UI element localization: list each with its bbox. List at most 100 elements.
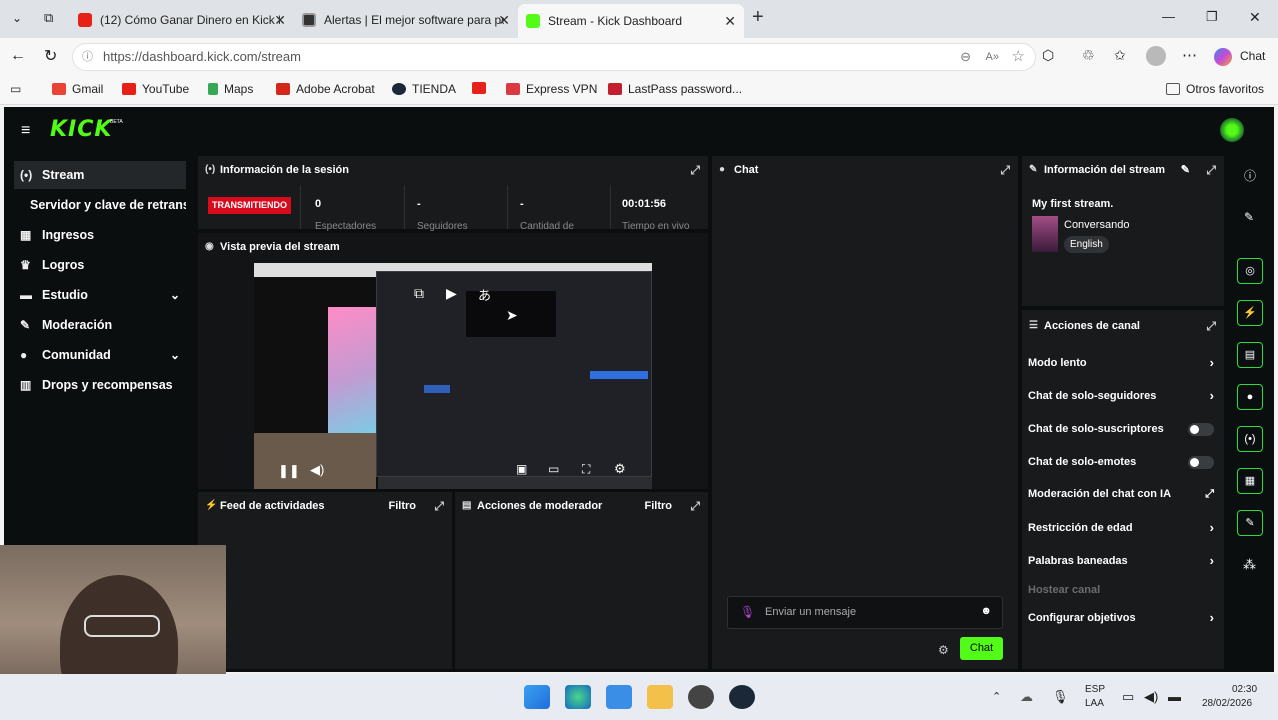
windows-start-icon[interactable]	[524, 685, 550, 709]
browser-essentials-icon[interactable]: ♲	[1082, 47, 1095, 64]
zoom-icon[interactable]: ⊖	[960, 44, 971, 70]
chat-send-button[interactable]: Chat	[960, 637, 1003, 660]
community-icon[interactable]: ⁂	[1243, 557, 1256, 573]
maximize-button[interactable]: ❐	[1206, 9, 1218, 25]
channel-action-row[interactable]: Configurar objetivos ›	[1028, 608, 1218, 628]
fullscreen-icon[interactable]: ⛶	[582, 462, 590, 477]
document-button[interactable]: ▤	[1237, 342, 1263, 368]
clock-date[interactable]: 28/02/2026	[1202, 698, 1252, 709]
pip-control-icon[interactable]: ▣	[516, 462, 527, 476]
feed-filter-button[interactable]: Filtro	[389, 492, 417, 520]
tab-youtube[interactable]: (12) Cómo Ganar Dinero en Kick H ✕	[70, 6, 294, 34]
chevron-right-icon[interactable]: ›	[1210, 518, 1214, 538]
theater-icon[interactable]: ▭	[548, 462, 559, 476]
play-screen-icon[interactable]: ▶	[446, 285, 457, 302]
bookmark-gmail[interactable]: Gmail	[52, 82, 103, 96]
chat-button[interactable]: ●	[1237, 384, 1263, 410]
chevron-right-icon[interactable]: ›	[1210, 386, 1214, 406]
stream-video[interactable]: ⧉ ▶ あ ➤ ❚❚ ◀) ▣ ▭ ⛶ ⚙	[254, 263, 652, 489]
channel-action-row[interactable]: Moderación del chat con IA ⤢	[1028, 484, 1218, 504]
layout-button[interactable]: ▦	[1237, 468, 1263, 494]
mod-filter-button[interactable]: Filtro	[645, 492, 673, 520]
channel-action-row[interactable]: Modo lento ›	[1028, 353, 1218, 373]
stream-category[interactable]: Conversando	[1064, 219, 1129, 231]
other-favorites[interactable]: Otros favoritos	[1166, 82, 1264, 96]
more-options-icon[interactable]: ⋯	[1182, 46, 1197, 64]
chevron-right-icon[interactable]: ›	[1210, 353, 1214, 373]
favorites-icon[interactable]: ✩	[1114, 47, 1126, 64]
bookmark-tienda[interactable]: TIENDA	[392, 82, 456, 96]
pause-icon[interactable]: ❚❚	[278, 463, 300, 479]
edge-browser-icon[interactable]	[565, 685, 591, 709]
bookmark-adobe-acrobat[interactable]: Adobe Acrobat	[276, 82, 375, 96]
sidebar-item-3[interactable]: ▦ Ingresos	[14, 221, 186, 249]
language-indicator[interactable]: ESP	[1085, 684, 1105, 695]
show-hidden-icons-chevron[interactable]: ⌃	[992, 690, 1001, 703]
expand-icon[interactable]: ⤢	[1206, 156, 1216, 184]
url-field[interactable]: ⓘ https://dashboard.kick.com/stream ⊖ A»…	[72, 43, 1036, 71]
sidebar-item-8[interactable]: ▥ Drops y recompensas	[14, 371, 186, 399]
meet-icon[interactable]	[606, 685, 632, 709]
channel-action-row[interactable]: Chat de solo-seguidores ›	[1028, 386, 1218, 406]
steam-taskbar-icon[interactable]	[729, 685, 755, 709]
tab-list-chevron-icon[interactable]: ⌄	[12, 11, 22, 25]
sidebar-item-7[interactable]: ● Comunidad ⌄	[14, 341, 186, 369]
expand-icon[interactable]: ⤢	[690, 492, 700, 520]
chat-input[interactable]: 🎙 Enviar un mensaje ☻	[727, 596, 1003, 629]
wrench-button[interactable]: ✎	[1237, 510, 1263, 536]
bookmark-lastpass[interactable]: LastPass password...	[608, 82, 742, 96]
expand-icon[interactable]: ⤢	[1000, 156, 1010, 184]
bookmark-youtube-2[interactable]	[472, 82, 492, 94]
network-icon[interactable]: ▭	[1122, 689, 1134, 705]
battery-icon[interactable]: ▬	[1168, 689, 1181, 704]
collections-icon[interactable]: ⧉	[44, 10, 53, 26]
channel-action-row[interactable]: Chat de solo-suscriptores	[1028, 419, 1218, 439]
minimize-button[interactable]: —	[1162, 9, 1175, 24]
microphone-icon[interactable]: 🎙	[740, 605, 755, 619]
volume-tray-icon[interactable]: ◀)	[1144, 689, 1158, 705]
new-tab-button[interactable]: +	[752, 6, 764, 29]
expand-icon[interactable]: ⤢	[690, 156, 700, 184]
window-close-button[interactable]: ✕	[1249, 9, 1261, 26]
onedrive-cloud-icon[interactable]: ☁	[1020, 689, 1033, 705]
chevron-right-icon[interactable]: ›	[1210, 608, 1214, 628]
chevron-right-icon[interactable]: ›	[1210, 551, 1214, 571]
tab-close-icon[interactable]: ✕	[274, 12, 286, 29]
expand-icon[interactable]: ⤢	[1206, 312, 1216, 340]
refresh-icon[interactable]: ↻	[44, 46, 57, 66]
user-avatar[interactable]	[1220, 118, 1244, 142]
bookmark-youtube[interactable]: YouTube	[122, 82, 189, 96]
chevron-down-icon[interactable]: ⌄	[170, 281, 180, 309]
volume-icon[interactable]: ◀)	[310, 462, 324, 478]
favorite-star-icon[interactable]: ☆	[1012, 44, 1025, 70]
extensions-icon[interactable]: ⬡	[1042, 47, 1054, 64]
chevron-down-icon[interactable]: ⌄	[170, 341, 180, 369]
info-icon[interactable]: ⓘ	[1244, 167, 1256, 184]
translate-icon[interactable]: あ	[478, 285, 491, 304]
clock-time[interactable]: 02:30	[1232, 684, 1257, 695]
channel-action-row[interactable]: Chat de solo-emotes	[1028, 452, 1218, 472]
sidebar-item-2[interactable]: Servidor y clave de retransmisión	[14, 191, 186, 219]
toggle-switch[interactable]	[1188, 423, 1214, 436]
tab-kick-dashboard[interactable]: Stream - Kick Dashboard ✕	[518, 4, 744, 38]
back-arrow-icon[interactable]: ←	[10, 47, 26, 65]
kick-logo[interactable]: KICK	[50, 117, 112, 142]
read-aloud-icon[interactable]: A»	[986, 44, 999, 70]
sidebar-item-6[interactable]: ✎ Moderación	[14, 311, 186, 339]
page-info-icon[interactable]: ⓘ	[82, 44, 93, 70]
file-explorer-icon[interactable]	[647, 685, 673, 709]
hamburger-menu-icon[interactable]: ≡	[21, 122, 30, 140]
settings-gear-icon[interactable]: ⚙	[614, 461, 626, 477]
microphone-tray-icon[interactable]: 🎙	[1052, 689, 1069, 705]
bookmark-express-vpn[interactable]: Express VPN	[506, 82, 597, 96]
copilot-icon[interactable]	[1214, 48, 1232, 66]
lightning-button[interactable]: ⚡	[1237, 300, 1263, 326]
channel-action-row[interactable]: Palabras baneadas ›	[1028, 551, 1218, 571]
tab-alertas[interactable]: Alertas | El mejor software para po ✕	[294, 6, 518, 34]
bookmark-maps[interactable]: Maps	[208, 82, 253, 96]
chat-settings-icon[interactable]: ⚙	[938, 643, 949, 657]
sidebar-item-1[interactable]: (•) Stream	[14, 161, 186, 189]
obs-icon[interactable]	[688, 685, 714, 709]
screenshot-button[interactable]: ◎	[1237, 258, 1263, 284]
external-link-icon[interactable]: ⤢	[1205, 484, 1214, 504]
